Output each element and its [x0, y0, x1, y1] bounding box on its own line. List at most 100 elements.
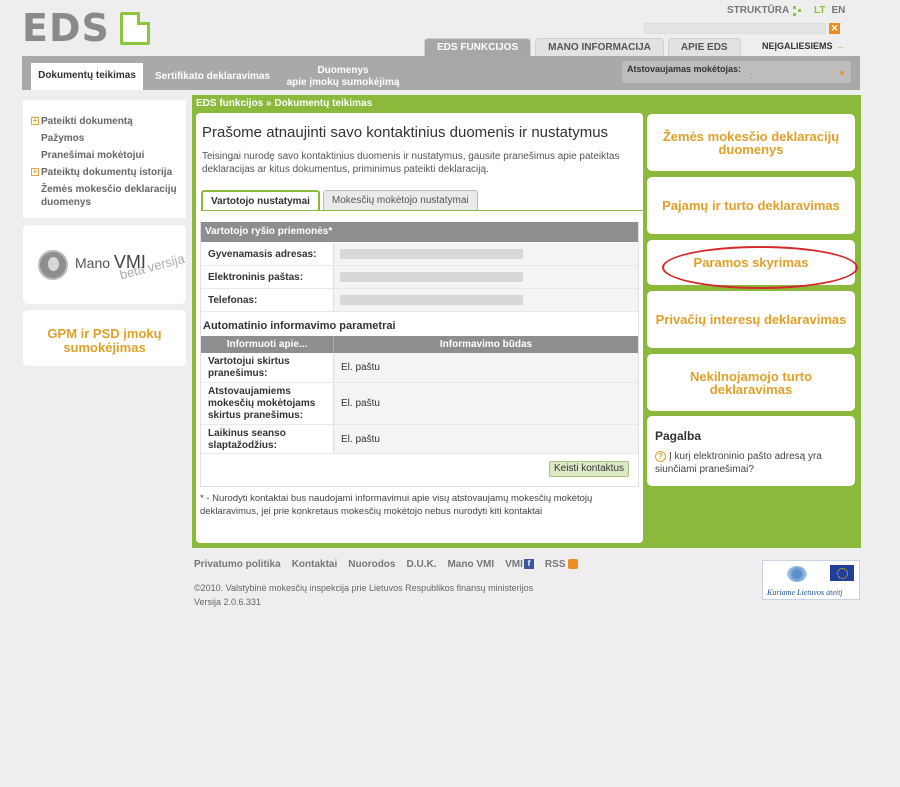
version-text: Versija 2.0.6.331	[194, 597, 262, 607]
pajamu-turto-link[interactable]: Pajamų ir turto deklaravimas	[647, 177, 855, 234]
table-row: Vartotojui skirtus pranešimus: El. paštu	[201, 353, 638, 383]
copyright-text: ©2010. Valstybinė mokesčių inspekcija pr…	[194, 583, 534, 593]
taxpayer-select[interactable]: Atstovaujamas mokėtojas: : ▼	[622, 61, 851, 83]
help-title: Pagalba	[655, 429, 702, 443]
help-panel: Pagalba ? Į kurį elektroninio pašto adres…	[647, 416, 855, 486]
row-label: Atstovaujamiems mokesčių mokėtojams skir…	[208, 386, 316, 421]
plus-icon: +	[31, 167, 39, 176]
row-label: Gyvenamasis adresas:	[208, 249, 317, 260]
lang-lt[interactable]: LT	[814, 5, 825, 16]
rss-label: RSS	[544, 559, 566, 570]
nav-tab-line2: apie įmokų sumokėjimą	[286, 76, 400, 88]
tab-apie-eds[interactable]: APIE EDS	[667, 38, 741, 56]
sidebar-item-label: Pateiktų dokumentų istorija	[41, 167, 173, 178]
redacted-value	[340, 249, 523, 259]
tab-vartotojo-nustatymai[interactable]: Vartotojo nustatymai	[201, 190, 320, 211]
footer-link-vmi-facebook[interactable]: VMI f	[505, 559, 534, 570]
nav-tab-imoku-duomenys[interactable]: Duomenys apie įmokų sumokėjimą	[282, 63, 404, 90]
footer-link-rss[interactable]: RSS	[545, 559, 579, 570]
privaciu-interesu-link[interactable]: Privačių interesų deklaravimas	[647, 291, 855, 348]
eds-logo[interactable]: EDS	[22, 6, 152, 50]
chevron-down-icon: ▼	[838, 69, 846, 78]
taxpayer-label: Atstovaujamas mokėtojas:	[627, 64, 742, 74]
facebook-icon: f	[523, 559, 534, 569]
redacted-value	[340, 295, 523, 305]
table-row: Laikinus seanso slaptažodžius: El. paštu	[201, 425, 638, 454]
sidebar-item-label: Pranešimai mokėtojui	[41, 150, 145, 161]
row-label: Laikinus seanso slaptažodžius:	[208, 428, 286, 451]
footnote: * - Nurodyti kontaktai bus naudojami inf…	[200, 493, 593, 517]
breadcrumb[interactable]: EDS funkcijos » Dokumentų teikimas	[196, 98, 372, 109]
row-label: Elektroninis paštas:	[208, 272, 304, 283]
redacted-value	[340, 272, 523, 282]
contact-row-email: Elektroninis paštas:	[201, 266, 638, 289]
left-menu: + Pateikti dokumentą Pažymos Pranešimai m…	[23, 100, 186, 218]
vmi-label: VMI	[505, 559, 523, 570]
mano-prefix: Mano	[75, 255, 111, 271]
eu-slogan: Kuriame Lietuvos ateitį	[767, 588, 843, 597]
change-contacts-button[interactable]: Keisti kontaktus	[549, 461, 629, 477]
contact-row-phone: Telefonas:	[201, 289, 638, 312]
eu-program-emblem-icon	[787, 566, 807, 582]
row-label: Telefonas:	[208, 295, 258, 306]
sidebar-item-istorija[interactable]: + Pateiktų dokumentų istorija	[31, 166, 178, 179]
copyright: ©2010. Valstybinė mokesčių inspekcija pr…	[194, 582, 533, 608]
main-tabs: EDS FUNKCIJOS MANO INFORMACIJA APIE EDS	[424, 38, 741, 56]
table-header: Informuoti apie... Informavimo būdas	[201, 336, 638, 353]
accessibility-link[interactable]: NEĮGALIESIEMS →	[762, 41, 845, 51]
footer-link-kontaktai[interactable]: Kontaktai	[292, 559, 338, 570]
sidebar-item-zemes-duomenys[interactable]: Žemės mokesčio deklaracijų duomenys	[31, 183, 178, 209]
sidebar-item-label: Pateikti dokumentą	[41, 116, 133, 127]
help-question-text: Į kurį elektroninio pašto adresą yra siu…	[655, 451, 822, 475]
footer-link-duk[interactable]: D.U.K.	[406, 559, 436, 570]
email-value	[333, 266, 638, 288]
question-icon: ?	[655, 451, 666, 462]
tab-eds-funkcijos[interactable]: EDS FUNKCIJOS	[424, 38, 532, 56]
mano-vmi-banner[interactable]: Mano VMI beta versija	[23, 225, 186, 304]
highlight-oval	[662, 246, 858, 289]
search-clear-icon[interactable]: ✕	[829, 23, 840, 34]
phone-value	[333, 289, 638, 311]
page-description: Teisingai nurodę savo kontaktinius duome…	[202, 151, 620, 175]
footer-links: Privatumo politika Kontaktai Nuorodos D.…	[194, 559, 579, 570]
settings-tabs: Vartotojo nustatymai Mokesčių mokėtojo n…	[201, 190, 478, 211]
structure-link[interactable]: STRUKTŪRA	[727, 5, 803, 16]
column-header: Informavimo būdas	[333, 336, 638, 353]
nekilnojamojo-turto-link[interactable]: Nekilnojamojo turto deklaravimas	[647, 354, 855, 411]
footer-link-nuorodos[interactable]: Nuorodos	[348, 559, 395, 570]
lang-en[interactable]: EN	[831, 5, 845, 16]
nav-tab-sertifikato-deklaravimas[interactable]: Sertifikato deklaravimas	[150, 63, 275, 90]
structure-icon	[793, 5, 803, 16]
gpm-psd-banner[interactable]: GPM ir PSD įmokų sumokėjimas	[23, 310, 186, 366]
row-value: El. paštu	[333, 425, 638, 453]
logo-page-icon	[120, 12, 150, 45]
row-value: El. paštu	[333, 383, 638, 424]
search-input[interactable]	[644, 23, 826, 34]
eu-flag-icon	[830, 565, 854, 581]
address-value	[333, 243, 638, 265]
zemes-mokescio-link[interactable]: Žemės mokesčio deklaracijų duomenys	[647, 114, 855, 171]
structure-label: STRUKTŪRA	[727, 5, 790, 16]
sidebar-item-pranesimai[interactable]: Pranešimai mokėtojui	[31, 149, 178, 162]
person-avatar-icon	[38, 250, 68, 280]
logo-text: EDS	[22, 6, 110, 50]
nav-tab-dokumentu-teikimas[interactable]: Dokumentų teikimas	[31, 63, 143, 90]
eu-funds-logo[interactable]: Kuriame Lietuvos ateitį	[762, 560, 860, 600]
sidebar-item-pazymos[interactable]: Pažymos	[31, 132, 178, 145]
footer-link-privatumo[interactable]: Privatumo politika	[194, 559, 281, 570]
auto-info-title: Automatinio informavimo parametrai	[203, 320, 396, 332]
section-header: Vartotojo ryšio priemonės*	[201, 222, 638, 242]
contact-row-address: Gyvenamasis adresas:	[201, 243, 638, 266]
arrow-right-icon: →	[835, 41, 845, 51]
taxpayer-value: :	[750, 70, 753, 80]
tab-mano-informacija[interactable]: MANO INFORMACIJA	[535, 38, 664, 56]
sidebar-item-label: Žemės mokesčio deklaracijų duomenys	[41, 184, 177, 208]
row-label: Vartotojui skirtus pranešimus:	[208, 356, 290, 379]
sidebar-item-pateikti-dokumenta[interactable]: + Pateikti dokumentą	[31, 115, 178, 128]
tab-mokesciu-moketojo-nustatymai[interactable]: Mokesčių mokėtojo nustatymai	[322, 190, 478, 210]
tab-divider	[201, 210, 643, 211]
footer-link-mano-vmi[interactable]: Mano VMI	[447, 559, 494, 570]
row-value: El. paštu	[333, 353, 638, 382]
help-question-link[interactable]: ? Į kurį elektroninio pašto adresą yra si…	[655, 450, 850, 476]
language-switcher: LT EN	[814, 5, 845, 16]
